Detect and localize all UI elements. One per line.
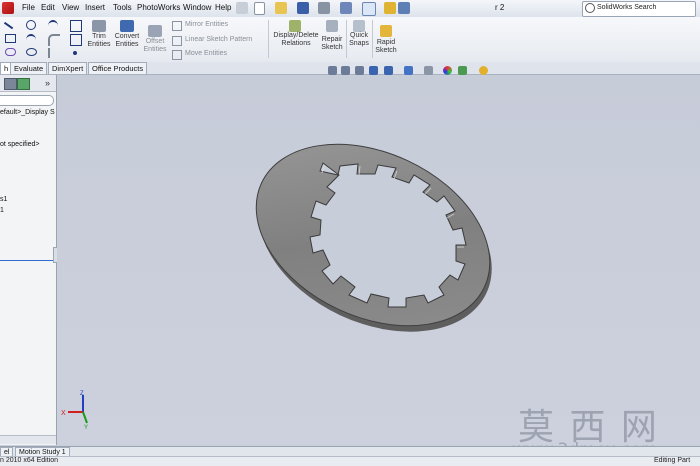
repair-sketch-label[interactable]: Repair Sketch [318,36,346,52]
search-input-placeholder: SolidWorks Search [597,4,657,11]
circle-icon[interactable] [26,20,36,30]
filter-input[interactable] [0,95,54,106]
menu-edit[interactable]: Edit [41,3,55,12]
fillet-icon[interactable] [48,34,60,46]
rebuild-icon[interactable] [384,2,396,14]
display-delete-relations-label[interactable]: Display/Delete Relations [272,32,320,48]
search-icon [585,3,595,13]
apply-scene-icon[interactable] [458,66,467,75]
zoom-to-area-icon[interactable] [341,66,350,75]
pin-icon[interactable] [236,2,248,14]
washer-body [255,143,492,332]
previous-view-icon[interactable] [355,66,364,75]
configuration-manager-icon[interactable] [4,78,17,90]
menu-file[interactable]: File [22,3,35,12]
line-icon[interactable] [3,17,17,30]
menu-photoworks[interactable]: PhotoWorks [137,3,180,12]
status-editing-part: Editing Part [654,457,691,464]
display-manager-icon[interactable] [17,78,30,90]
menu-insert[interactable]: Insert [85,3,105,12]
offset-entities-label[interactable]: Offset Entities [140,38,170,54]
part-model[interactable] [240,135,510,335]
undo-icon[interactable] [340,2,352,14]
window-title-fragment: r 2 [495,3,505,12]
solidworks-logo-icon[interactable] [2,2,14,14]
save-icon[interactable] [297,2,309,14]
print-icon[interactable] [318,2,330,14]
convert-entities-icon[interactable] [120,20,134,32]
trim-entities-label[interactable]: Trim Entities [84,33,114,49]
ellipse-icon[interactable] [26,48,37,56]
menu-tools[interactable]: Tools [113,3,132,12]
chamfer-icon[interactable] [48,48,60,58]
select-arrow-icon[interactable] [362,2,376,16]
menu-help[interactable]: Help [215,3,231,12]
tree-item-sketch[interactable]: s1 [0,196,7,203]
quick-snaps-label[interactable]: Quick Snaps [345,32,373,48]
trim-entities-icon[interactable] [92,20,106,32]
tree-item-feature[interactable]: 1 [0,207,4,214]
tab-evaluate[interactable]: Evaluate [10,62,48,74]
view-settings-icon[interactable] [479,66,488,75]
panel-horizontal-scrollbar[interactable] [0,435,56,444]
display-style-icon[interactable] [404,66,413,75]
panel-expand-chevron-icon[interactable]: » [45,78,50,88]
triad-z-label: Z [80,391,84,397]
feature-manager-panel: » efault>_Display S ot specified> s1 1 [0,75,59,445]
menu-bar: File Edit View Insert Tools PhotoWorks W… [0,0,700,18]
menu-window[interactable]: Window [183,3,211,12]
mirror-entities-icon[interactable] [172,21,182,31]
reference-triad: X Z Y [61,391,88,430]
hide-show-items-icon[interactable] [424,66,433,75]
quick-snaps-icon[interactable] [353,20,365,32]
toolbar-separator [268,20,269,58]
linear-pattern-icon[interactable] [172,36,182,46]
spline-icon[interactable] [48,20,58,32]
rapid-sketch-icon[interactable] [380,25,392,37]
slot-icon[interactable] [5,48,16,56]
options-icon[interactable] [398,2,410,14]
edit-appearance-icon[interactable] [443,66,452,75]
linear-sketch-pattern-label[interactable]: Linear Sketch Pattern [185,36,252,44]
mirror-entities-label[interactable]: Mirror Entities [185,21,228,29]
solidworks-search-box[interactable]: SolidWorks Search [582,1,696,17]
rectangle-icon[interactable] [5,34,16,43]
display-delete-relations-icon[interactable] [289,20,301,32]
command-manager-tabs: h Evaluate DimXpert Office Products [0,62,700,75]
repair-sketch-icon[interactable] [326,20,338,32]
tree-item-display-state[interactable]: efault>_Display S [0,109,55,116]
zoom-to-fit-icon[interactable] [328,66,337,75]
rapid-sketch-label[interactable]: Rapid Sketch [372,39,400,55]
tree-item-material[interactable]: ot specified> [0,141,40,148]
triad-x-label: X [61,410,66,417]
smart-dimension-icon[interactable] [70,20,82,32]
tab-office-products[interactable]: Office Products [88,62,148,74]
move-entities-label[interactable]: Move Entities [185,50,227,58]
menu-view[interactable]: View [62,3,79,12]
status-version: n 2010 x64 Edition [0,457,58,464]
offset-entities-icon[interactable] [148,25,162,37]
rollback-bar[interactable] [0,260,54,261]
command-manager: Trim Entities Convert Entities Offset En… [0,17,700,63]
triad-y-label: Y [84,425,88,430]
view-orientation-icon[interactable] [384,66,393,75]
polygon-icon[interactable] [70,34,82,46]
convert-entities-label[interactable]: Convert Entities [112,33,142,49]
tab-dimxpert[interactable]: DimXpert [48,62,88,74]
section-view-icon[interactable] [369,66,378,75]
arc-icon[interactable] [26,34,36,46]
point-icon[interactable] [73,51,77,55]
move-entities-icon[interactable] [172,50,182,60]
new-document-icon[interactable] [254,2,265,15]
open-folder-icon[interactable] [275,2,287,14]
